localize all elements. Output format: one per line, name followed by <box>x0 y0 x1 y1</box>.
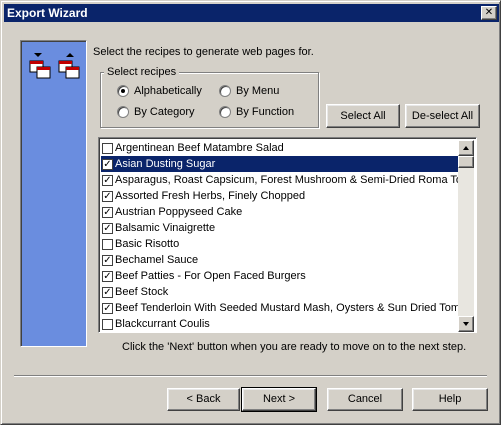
list-scrollbar[interactable] <box>458 140 474 332</box>
title-bar[interactable]: Export Wizard ✕ <box>4 4 499 22</box>
check-icon: ✓ <box>103 254 112 266</box>
recipe-checkbox[interactable]: ✓ <box>102 174 113 186</box>
check-icon: ✓ <box>103 270 112 282</box>
wizard-side-panel <box>20 40 87 347</box>
check-icon: ✓ <box>103 286 112 298</box>
cancel-button[interactable]: Cancel <box>327 388 403 411</box>
list-item[interactable]: ✓ Beef Tenderloin With Seeded Mustard Mas… <box>101 300 461 316</box>
recipe-checkbox[interactable]: ✓ <box>102 302 113 314</box>
deselect-all-button[interactable]: De-select All <box>405 104 480 128</box>
scroll-thumb[interactable] <box>458 156 474 168</box>
recipe-checkbox[interactable] <box>102 238 113 250</box>
recipe-name: Bechamel Sauce <box>115 254 199 266</box>
divider <box>14 375 487 377</box>
recipe-name: Beef Stock <box>115 286 169 298</box>
scroll-down-arrow-icon <box>463 322 469 326</box>
radio-alphabetically[interactable]: Alphabetically <box>117 85 202 97</box>
recipe-checkbox[interactable]: ✓ <box>102 206 113 218</box>
next-button[interactable]: Next > <box>241 387 317 412</box>
radio-label: By Function <box>236 106 295 118</box>
check-icon: ✓ <box>103 222 112 234</box>
next-step-hint: Click the 'Next' button when you are rea… <box>122 341 467 353</box>
recipe-checkbox[interactable]: ✓ <box>102 222 113 234</box>
list-item[interactable]: ✓ Austrian Poppyseed Cake <box>101 204 461 220</box>
radio-label: By Menu <box>236 85 280 97</box>
recipe-name: Asparagus, Roast Capsicum, Forest Mushro… <box>115 174 461 186</box>
close-button[interactable]: ✕ <box>481 6 497 20</box>
radio-indicator[interactable] <box>117 85 129 97</box>
radio-indicator[interactable] <box>219 106 231 118</box>
list-item[interactable]: Basic Risotto <box>101 236 461 252</box>
select-recipes-group <box>100 72 319 128</box>
list-item[interactable]: Argentinean Beef Matambre Salad <box>101 140 461 156</box>
radio-indicator[interactable] <box>219 85 231 97</box>
check-icon: ✓ <box>103 302 112 314</box>
recipe-name: Blackcurrant Coulis <box>115 318 210 330</box>
recipe-list[interactable]: Argentinean Beef Matambre Salad ✓ Asian Du… <box>98 137 477 333</box>
recipe-checkbox[interactable]: ✓ <box>102 270 113 282</box>
radio-indicator[interactable] <box>117 106 129 118</box>
check-icon: ✓ <box>103 206 112 218</box>
back-button[interactable]: < Back <box>167 388 240 411</box>
list-item[interactable]: ✓ Asparagus, Roast Capsicum, Forest Mushr… <box>101 172 461 188</box>
window-title: Export Wizard <box>7 6 88 20</box>
recipe-checkbox[interactable]: ✓ <box>102 286 113 298</box>
list-item[interactable]: ✓ Beef Patties - For Open Faced Burgers <box>101 268 461 284</box>
instruction-text: Select the recipes to generate web pages… <box>93 46 314 58</box>
recipe-name: Balsamic Vinaigrette <box>115 222 216 234</box>
recipe-name: Argentinean Beef Matambre Salad <box>115 142 284 154</box>
scroll-down-button[interactable] <box>458 316 474 332</box>
radio-by-category[interactable]: By Category <box>117 106 195 118</box>
check-icon: ✓ <box>103 190 112 202</box>
radio-by-menu[interactable]: By Menu <box>219 85 279 97</box>
radio-label: By Category <box>134 106 195 118</box>
radio-label: Alphabetically <box>134 85 202 97</box>
recipe-name: Basic Risotto <box>115 238 180 250</box>
scroll-up-button[interactable] <box>458 140 474 156</box>
group-label: Select recipes <box>104 66 180 78</box>
close-icon: ✕ <box>484 7 494 18</box>
list-item[interactable]: ✓ Bechamel Sauce <box>101 252 461 268</box>
recipe-checkbox[interactable] <box>102 142 113 154</box>
recipe-name: Asian Dusting Sugar <box>115 158 216 170</box>
recipe-name: Beef Tenderloin With Seeded Mustard Mash… <box>115 302 461 314</box>
list-item[interactable]: ✓ Asian Dusting Sugar <box>101 156 461 172</box>
recipe-checkbox[interactable]: ✓ <box>102 254 113 266</box>
list-item[interactable]: Blackcurrant Coulis <box>101 316 461 332</box>
export-pages-icon <box>29 53 51 79</box>
list-item[interactable]: ✓ Assorted Fresh Herbs, Finely Chopped <box>101 188 461 204</box>
recipe-checkbox[interactable] <box>102 318 113 330</box>
check-icon: ✓ <box>103 158 112 170</box>
recipe-name: Assorted Fresh Herbs, Finely Chopped <box>115 190 306 202</box>
check-icon: ✓ <box>103 174 112 186</box>
import-pages-icon <box>58 53 80 79</box>
list-item[interactable]: ✓ Beef Stock <box>101 284 461 300</box>
recipe-checkbox[interactable]: ✓ <box>102 158 113 170</box>
scroll-up-arrow-icon <box>463 146 469 150</box>
help-button[interactable]: Help <box>412 388 488 411</box>
recipe-checkbox[interactable]: ✓ <box>102 190 113 202</box>
list-item[interactable]: ✓ Balsamic Vinaigrette <box>101 220 461 236</box>
radio-by-function[interactable]: By Function <box>219 106 294 118</box>
select-all-button[interactable]: Select All <box>326 104 400 128</box>
recipe-name: Beef Patties - For Open Faced Burgers <box>115 270 306 282</box>
recipe-name: Austrian Poppyseed Cake <box>115 206 243 218</box>
